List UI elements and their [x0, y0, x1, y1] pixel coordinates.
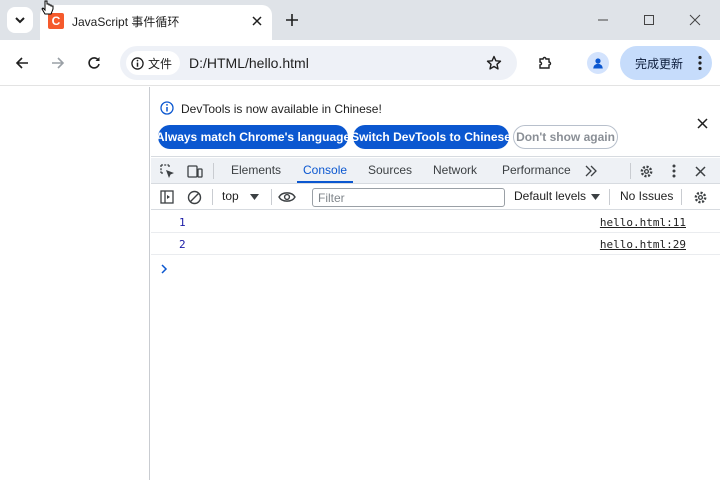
update-button[interactable]: 完成更新: [620, 46, 712, 80]
console-settings-button[interactable]: [691, 188, 709, 206]
devtools-menu-button[interactable]: [665, 162, 683, 180]
infobar-message: DevTools is now available in Chinese!: [181, 102, 382, 116]
tab-performance[interactable]: Performance: [502, 158, 571, 183]
reload-button[interactable]: [81, 50, 107, 76]
browser-toolbar: 文件 D:/HTML/hello.html 完成更新: [0, 40, 720, 86]
console-filter-input[interactable]: [312, 188, 505, 207]
sidebar-icon: [160, 190, 174, 204]
infobar-close-button[interactable]: [694, 115, 710, 131]
switch-to-chinese-button[interactable]: Switch DevTools to Chinese: [351, 125, 511, 149]
reload-icon: [88, 57, 100, 69]
context-selector[interactable]: top: [222, 189, 260, 203]
toolbar-divider: [212, 189, 213, 205]
back-button[interactable]: [9, 50, 35, 76]
tab-sources[interactable]: Sources: [368, 158, 412, 183]
toolbar-divider: [609, 189, 610, 205]
close-icon: [252, 16, 262, 26]
chevron-right-icon: [161, 264, 168, 274]
tab-elements[interactable]: Elements: [231, 158, 281, 183]
site-chip-label: 文件: [148, 56, 173, 71]
minimize-icon: [598, 19, 608, 21]
console-toolbar: top Default levels No Issues: [151, 184, 720, 210]
console-output: 1 hello.html:11 2 hello.html:29: [151, 211, 720, 274]
toolbar-divider: [213, 163, 214, 179]
console-message-source-link[interactable]: hello.html:29: [600, 238, 686, 251]
tab-title: JavaScript 事件循环: [72, 15, 180, 29]
forward-button[interactable]: [45, 50, 71, 76]
console-message: 2 hello.html:29: [151, 233, 720, 255]
close-icon: [696, 117, 708, 129]
close-icon: [694, 165, 706, 177]
plus-icon: [286, 14, 298, 26]
console-message-value: 1: [179, 216, 186, 229]
live-expression-button[interactable]: [276, 188, 298, 206]
tab-close-button[interactable]: [248, 12, 266, 30]
caret-down-icon: [250, 194, 260, 200]
more-vert-icon: [698, 55, 702, 71]
devtools-tab-bar: Elements Console Sources Network Perform…: [151, 158, 720, 184]
block-icon: [187, 190, 201, 204]
toolbar-divider: [630, 163, 631, 179]
log-levels-dropdown[interactable]: Default levels: [514, 189, 601, 203]
new-tab-button[interactable]: [281, 9, 303, 31]
extensions-button[interactable]: [532, 50, 558, 76]
tab-console[interactable]: Console: [297, 158, 354, 183]
gear-icon: [694, 191, 706, 203]
info-icon: [160, 101, 174, 115]
chevron-double-right-icon: [585, 165, 597, 177]
bookmark-button[interactable]: [483, 52, 505, 74]
title-bar: C JavaScript 事件循环: [0, 0, 720, 40]
dont-show-again-button[interactable]: Don't show again: [513, 125, 618, 149]
show-sidebar-button[interactable]: [158, 188, 176, 206]
always-match-language-button[interactable]: Always match Chrome's language: [156, 125, 350, 149]
tab-search-button[interactable]: [7, 7, 33, 33]
devtools-panel: DevTools is now available in Chinese! Al…: [151, 87, 720, 480]
person-icon: [593, 58, 603, 69]
arrow-right-icon: [52, 57, 65, 69]
gear-icon: [640, 165, 652, 177]
puzzle-icon: [539, 56, 552, 69]
star-icon: [486, 55, 502, 70]
site-info-chip[interactable]: 文件: [126, 51, 180, 75]
more-vert-icon: [672, 164, 676, 178]
devtools-close-button[interactable]: [691, 162, 709, 180]
language-infobar: DevTools is now available in Chinese! Al…: [151, 87, 720, 157]
console-prompt[interactable]: [160, 263, 168, 277]
inspect-icon: [159, 163, 174, 178]
maximize-button[interactable]: [637, 8, 661, 32]
page-viewport[interactable]: [0, 87, 150, 480]
clear-console-button[interactable]: [185, 188, 203, 206]
issues-counter[interactable]: No Issues: [620, 189, 673, 203]
info-icon: [131, 56, 144, 70]
arrow-left-icon: [15, 57, 28, 69]
device-icon: [187, 164, 203, 178]
device-toolbar-button[interactable]: [186, 162, 204, 180]
context-selector-label: top: [222, 189, 239, 203]
chevron-down-icon: [15, 17, 25, 24]
tab-network[interactable]: Network: [433, 158, 477, 183]
browser-tab[interactable]: C JavaScript 事件循环: [40, 5, 272, 40]
profile-avatar[interactable]: [587, 52, 609, 74]
devtools-settings-button[interactable]: [637, 162, 655, 180]
eye-icon: [278, 192, 296, 202]
more-tabs-button[interactable]: [582, 162, 600, 180]
toolbar-divider: [271, 189, 272, 205]
address-bar[interactable]: 文件 D:/HTML/hello.html: [120, 46, 517, 80]
minimize-button[interactable]: [591, 8, 615, 32]
console-message-source-link[interactable]: hello.html:11: [600, 216, 686, 229]
update-button-label: 完成更新: [635, 56, 684, 71]
console-message-value: 2: [179, 238, 186, 251]
window-close-button[interactable]: [683, 8, 707, 32]
inspect-element-button[interactable]: [158, 162, 176, 180]
mouse-hand-cursor-icon: [41, 0, 54, 15]
log-levels-label: Default levels: [514, 189, 587, 203]
url-text[interactable]: D:/HTML/hello.html: [189, 55, 309, 71]
caret-down-icon: [591, 194, 601, 200]
maximize-icon: [644, 15, 654, 25]
toolbar-divider: [681, 189, 682, 205]
console-message: 1 hello.html:11: [151, 211, 720, 233]
close-icon: [689, 14, 701, 26]
